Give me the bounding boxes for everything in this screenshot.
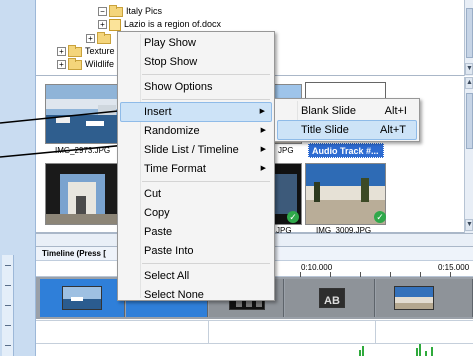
arrow-to-insert (0, 104, 132, 124)
menu-item-cut[interactable]: Cut (120, 184, 272, 204)
insert-submenu: Blank Slide Alt+I Title Slide Alt+T (274, 98, 420, 142)
shortcut-label: Alt+I (384, 105, 407, 117)
shortcut-label: Alt+T (380, 124, 406, 136)
menu-item-slide-list-timeline[interactable]: Slide List / Timeline ▶ (120, 140, 272, 160)
context-menu: Play Show Stop Show Show Options Insert ▶… (117, 31, 275, 301)
menu-item-title-slide[interactable]: Title Slide Alt+T (277, 120, 417, 140)
submenu-arrow-icon: ▶ (259, 108, 265, 115)
submenu-arrow-icon: ▶ (260, 127, 266, 134)
menu-item-play-show[interactable]: Play Show (120, 33, 272, 53)
menu-item-copy[interactable]: Copy (120, 203, 272, 223)
menu-item-insert[interactable]: Insert ▶ (120, 102, 272, 122)
menu-item-select-none[interactable]: Select None (120, 285, 272, 305)
submenu-arrow-icon: ▶ (260, 165, 266, 172)
menu-item-blank-slide[interactable]: Blank Slide Alt+I (277, 101, 417, 121)
submenu-arrow-icon: ▶ (260, 146, 266, 153)
menu-item-stop-show[interactable]: Stop Show (120, 52, 272, 72)
menu-item-show-options[interactable]: Show Options (120, 77, 272, 97)
menu-item-randomize[interactable]: Randomize ▶ (120, 121, 272, 141)
menu-item-select-all[interactable]: Select All (120, 266, 272, 286)
menu-item-paste[interactable]: Paste (120, 222, 272, 242)
menu-item-time-format[interactable]: Time Format ▶ (120, 159, 272, 179)
menu-item-paste-into[interactable]: Paste Into (120, 241, 272, 261)
